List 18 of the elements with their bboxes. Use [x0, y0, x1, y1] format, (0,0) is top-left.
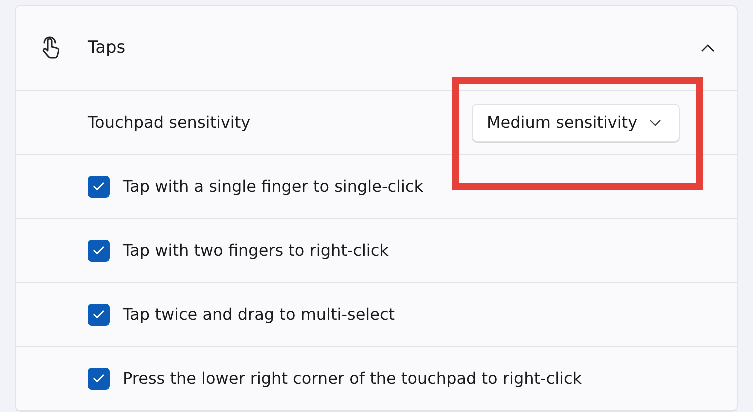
- setting-label: Touchpad sensitivity: [88, 113, 252, 132]
- sensitivity-dropdown[interactable]: Medium sensitivity: [472, 104, 680, 142]
- hand-tap-icon: [40, 36, 62, 60]
- checkbox-label: Tap with two fingers to right-click: [123, 241, 389, 260]
- check-icon: [93, 182, 105, 191]
- checkbox-label: Press the lower right corner of the touchpad to right-click: [123, 369, 582, 388]
- checkbox[interactable]: [88, 176, 110, 198]
- check-icon: [93, 374, 105, 383]
- chevron-up-icon[interactable]: [701, 44, 715, 52]
- checkbox-label: Tap with a single finger to single-click: [123, 177, 424, 196]
- check-icon: [93, 246, 105, 255]
- checkbox[interactable]: [88, 304, 110, 326]
- checkbox[interactable]: [88, 240, 110, 262]
- chevron-down-icon: [650, 120, 661, 126]
- section-title: Taps: [88, 38, 127, 58]
- checkbox-label: Tap twice and drag to multi-select: [123, 305, 396, 324]
- checkbox[interactable]: [88, 368, 110, 390]
- check-icon: [93, 310, 105, 319]
